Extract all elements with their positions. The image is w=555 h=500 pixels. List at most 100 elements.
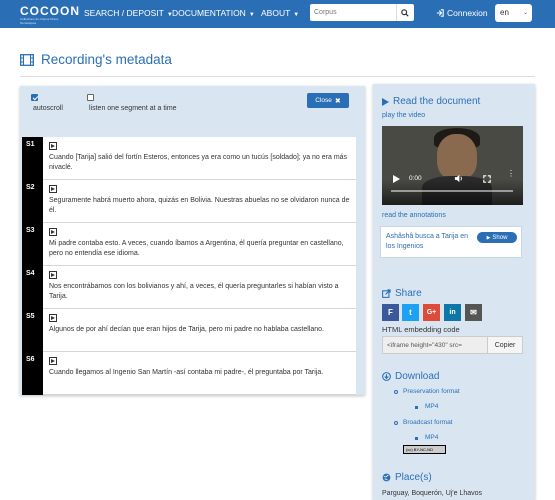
places-label: Place(s) [395, 472, 432, 483]
segment-id: S3 [22, 223, 43, 266]
login-label: Connexion [447, 8, 488, 18]
linkedin-icon[interactable]: in [444, 304, 461, 321]
read-annotations-link[interactable]: read the annotations [382, 212, 446, 219]
search-input[interactable] [310, 4, 396, 21]
play-icon[interactable] [49, 271, 57, 279]
video-progress-bar[interactable] [391, 190, 513, 192]
play-icon [382, 97, 389, 106]
login-icon [436, 9, 444, 17]
play-icon[interactable] [49, 142, 57, 150]
play-icon[interactable] [49, 357, 57, 365]
segment-text: Cuando [Tarija] salió del fortín Esteros… [49, 154, 348, 171]
segment-id: S1 [22, 137, 43, 180]
segment-id: S6 [22, 352, 43, 395]
segment-row: S1 Cuando [Tarija] salió del fortín Este… [22, 137, 356, 180]
annotation-item: Ashâshâ busca a Tarija en los Ingenios ▶… [380, 226, 522, 258]
list-bullet [415, 406, 418, 409]
list-bullet [415, 437, 418, 440]
nav-search-deposit[interactable]: SEARCH / DEPOSIT ▼ [84, 8, 173, 18]
globe-icon [382, 473, 391, 482]
page-title-row: Recording's metadata [20, 52, 172, 67]
segment-id: S4 [22, 266, 43, 309]
copy-button[interactable]: Copier [488, 336, 523, 354]
play-video-link[interactable]: play the video [382, 112, 425, 119]
page-title: Recording's metadata [41, 52, 172, 67]
segment-text: Mi padre contaba esto. A veces, cuando í… [49, 240, 344, 257]
embed-label: HTML embedding code [382, 325, 460, 334]
google-plus-icon[interactable]: G+ [423, 304, 440, 321]
list-bullet [394, 390, 398, 394]
video-controls [382, 179, 523, 205]
segment-text: Nos encontrábamos con los bolivianos y a… [49, 283, 339, 300]
search-icon [400, 8, 409, 17]
annotation-title[interactable]: Ashâshâ busca a Tarija en los Ingenios [386, 232, 474, 252]
show-button[interactable]: ▶ Show [477, 232, 517, 243]
places-heading: Place(s) [382, 472, 432, 483]
play-icon[interactable] [393, 175, 400, 183]
download-label: Download [395, 371, 440, 382]
download-icon [382, 372, 391, 381]
video-player[interactable]: 0:00 ⋮ [382, 126, 523, 205]
share-heading: Share [382, 288, 422, 299]
share-label: Share [395, 288, 422, 299]
close-icon: ✖ [334, 97, 341, 105]
play-icon: ▶ [486, 234, 491, 241]
close-label: Close [315, 97, 332, 104]
segment-id: S5 [22, 309, 43, 352]
mp4-preservation-link[interactable]: MP4 [425, 403, 438, 410]
nav-label: DOCUMENTATION [172, 8, 246, 18]
segment-id: S2 [22, 180, 43, 223]
divider [20, 76, 535, 77]
show-label: Show [492, 234, 508, 241]
mp4-broadcast-link[interactable]: MP4 [425, 434, 438, 441]
play-icon[interactable] [49, 185, 57, 193]
chevron-down-icon: ⌄ [522, 10, 528, 16]
broadcast-format-label: Broadcast format [403, 419, 453, 426]
embed-code-field[interactable]: <iframe height="430" src= [382, 336, 488, 354]
more-options-icon[interactable]: ⋮ [507, 170, 515, 178]
video-time: 0:00 [409, 175, 422, 182]
logo-subtitle: Collections de Corpus Oraux Numériques [20, 17, 59, 25]
segment-text: Cuando llegamos al Ingenio San Martín -a… [49, 369, 324, 376]
language-value: en [500, 8, 509, 17]
share-icon [382, 289, 391, 298]
segment-text: Seguramente habrá muerto ahora, quizás e… [49, 197, 350, 214]
places-value: Parguay, Boquerón, Uj'e Lhavos [382, 490, 483, 497]
nav-label: ABOUT [261, 8, 291, 18]
segment-row: S3 Mi padre contaba esto. A veces, cuand… [22, 223, 356, 266]
cocoon-logo[interactable]: COCOON Collections de Corpus Oraux Numér… [20, 4, 80, 25]
caret-down-icon: ▼ [293, 12, 300, 18]
top-navbar: COCOON Collections de Corpus Oraux Numér… [0, 0, 555, 28]
twitter-icon[interactable]: t [402, 304, 419, 321]
login-link[interactable]: Connexion [436, 8, 488, 18]
close-button[interactable]: Close ✖ [307, 93, 349, 108]
nav-about[interactable]: ABOUT ▼ [261, 8, 299, 18]
play-icon[interactable] [49, 314, 57, 322]
nav-documentation[interactable]: DOCUMENTATION ▼ [172, 8, 255, 18]
film-icon [20, 53, 34, 66]
facebook-icon[interactable]: F [382, 304, 399, 321]
fullscreen-icon[interactable] [483, 175, 491, 183]
segment-list: S1 Cuando [Tarija] salió del fortín Este… [22, 137, 356, 395]
search-box [310, 4, 414, 21]
email-icon[interactable]: ✉ [465, 304, 482, 321]
segment-row: S4 Nos encontrábamos con los bolivianos … [22, 266, 356, 309]
autoscroll-label: autoscroll [33, 105, 63, 112]
language-select[interactable]: en ⌄ [495, 4, 532, 22]
read-document-heading: Read the document [382, 96, 480, 107]
play-icon[interactable] [49, 228, 57, 236]
autoscroll-checkbox[interactable] [31, 94, 38, 101]
search-button[interactable] [396, 4, 412, 21]
download-heading: Download [382, 371, 439, 382]
segment-label: listen one segment at a time [89, 105, 177, 112]
caret-down-icon: ▼ [248, 12, 255, 18]
nav-label: SEARCH / DEPOSIT [84, 8, 164, 18]
segment-checkbox[interactable] [87, 94, 94, 101]
segment-text: Algunos de por ahí decían que eran hijos… [49, 326, 325, 333]
license-badge[interactable]: (cc) BY-NC-ND [403, 445, 446, 454]
logo-text: COCOON [20, 4, 80, 18]
preservation-format-label: Preservation format [403, 388, 460, 395]
segment-row: S2 Seguramente habrá muerto ahora, quizá… [22, 180, 356, 223]
volume-icon[interactable] [454, 174, 463, 183]
read-document-label: Read the document [393, 96, 481, 107]
